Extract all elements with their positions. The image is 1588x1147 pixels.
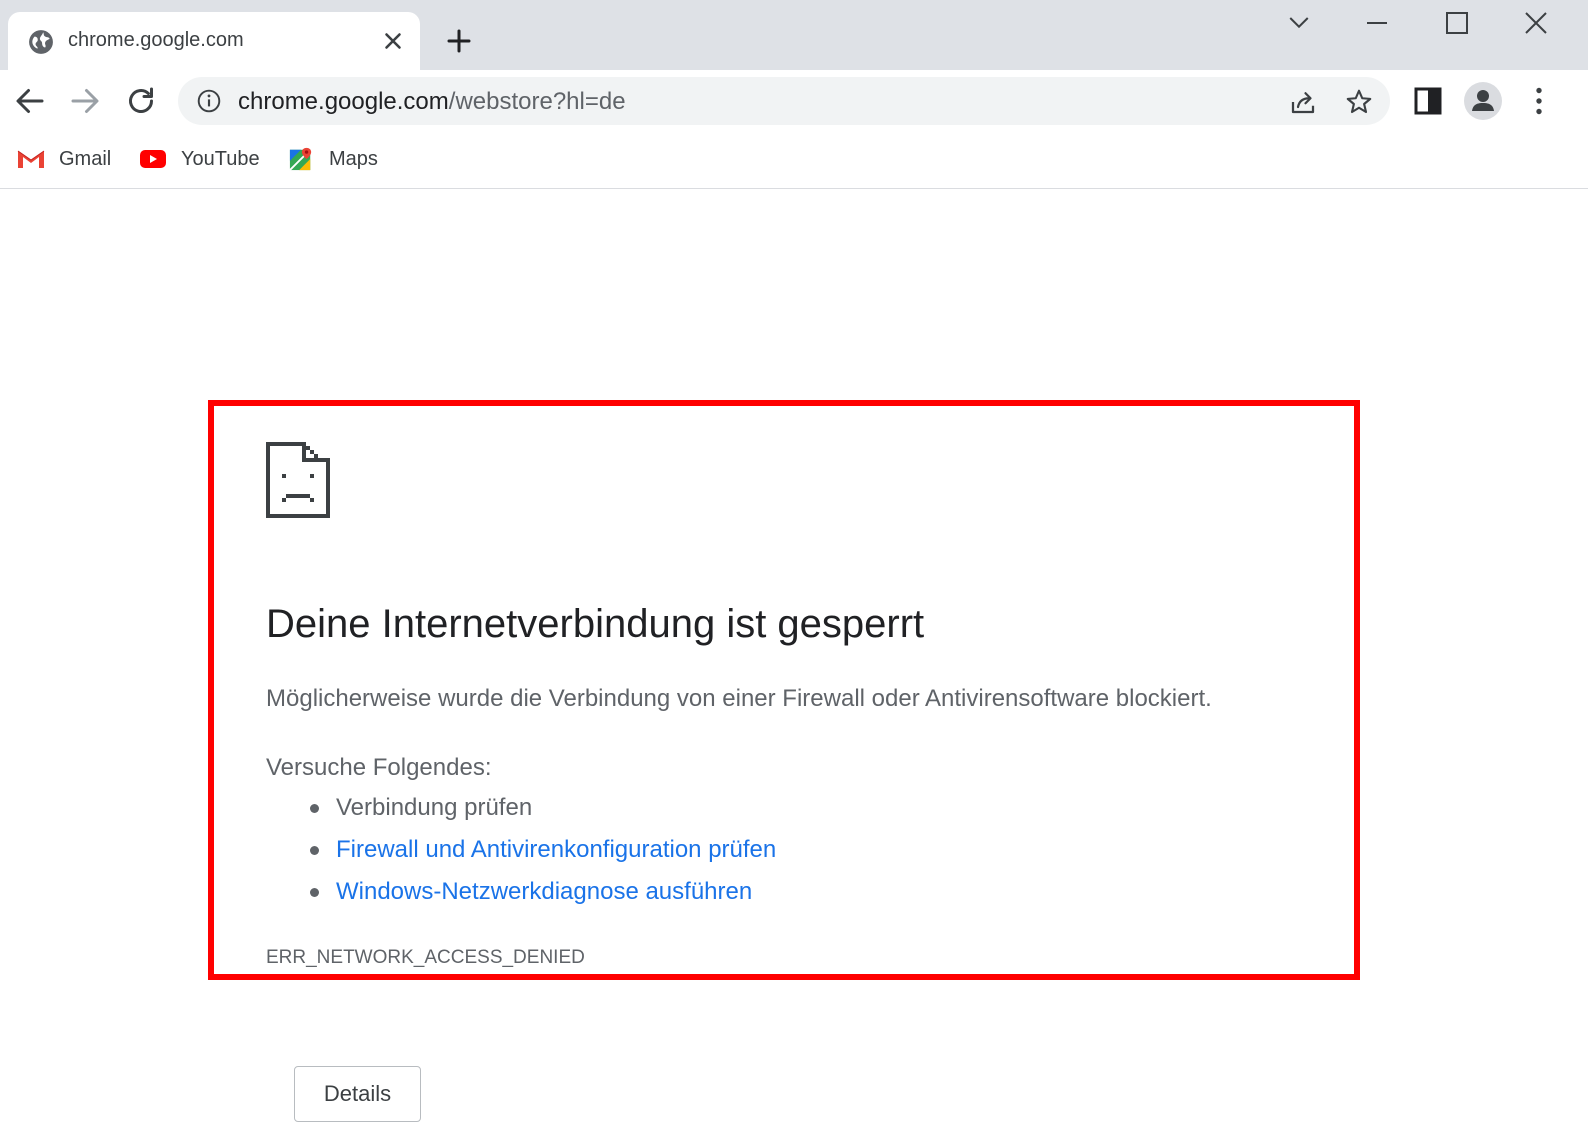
address-bar[interactable]: chrome.google.com/webstore?hl=de <box>178 77 1390 125</box>
profile-avatar[interactable] <box>1464 82 1502 120</box>
share-icon[interactable] <box>1288 87 1318 117</box>
globe-icon <box>29 30 53 54</box>
details-button[interactable]: Details <box>294 1066 421 1122</box>
error-code: ERR_NETWORK_ACCESS_DENIED <box>266 947 585 968</box>
site-info-icon[interactable] <box>196 88 222 114</box>
tab-strip: chrome.google.com <box>0 0 1588 70</box>
bookmark-label: Gmail <box>59 147 112 170</box>
tab-title: chrome.google.com <box>68 29 244 51</box>
bookmarks-bar: Gmail YouTube Maps <box>0 132 1588 189</box>
bookmark-youtube[interactable]: YouTube <box>139 144 260 174</box>
sad-document-icon <box>266 442 330 518</box>
toolbar: chrome.google.com/webstore?hl=de <box>0 70 1588 132</box>
bookmark-gmail[interactable]: Gmail <box>17 144 111 174</box>
maps-icon <box>289 147 312 171</box>
maximize-icon[interactable] <box>1442 8 1472 38</box>
person-icon <box>1472 90 1494 111</box>
side-panel-icon[interactable] <box>1410 83 1446 119</box>
minimize-icon[interactable] <box>1362 8 1392 38</box>
youtube-icon <box>140 150 166 168</box>
close-tab-icon[interactable] <box>380 28 406 54</box>
suggestion-firewall-link[interactable]: Firewall und Antivirenkonfiguration prüf… <box>310 834 776 876</box>
forward-icon[interactable] <box>67 83 103 119</box>
close-window-icon[interactable] <box>1521 8 1551 38</box>
url-host: chrome.google.com <box>238 88 449 115</box>
bookmark-star-icon[interactable] <box>1344 87 1374 117</box>
error-title: Deine Internetverbindung ist gesperrt <box>266 602 925 646</box>
reload-icon[interactable] <box>123 83 159 119</box>
error-description: Möglicherweise wurde die Verbindung von … <box>266 685 1212 712</box>
browser-tab[interactable]: chrome.google.com <box>8 12 420 70</box>
bookmark-label: YouTube <box>181 147 260 170</box>
back-icon[interactable] <box>12 83 48 119</box>
suggestions-heading: Versuche Folgendes: <box>266 754 492 781</box>
new-tab-icon[interactable] <box>444 26 474 56</box>
url-text[interactable]: chrome.google.com/webstore?hl=de <box>238 88 626 116</box>
suggestion-network-diagnostics-link[interactable]: Windows-Netzwerkdiagnose ausführen <box>310 876 776 918</box>
url-path: /webstore?hl=de <box>448 88 626 115</box>
tab-search-chevron-icon[interactable] <box>1284 8 1314 38</box>
bookmark-maps[interactable]: Maps <box>287 144 378 174</box>
gmail-icon <box>17 150 45 168</box>
bookmark-label: Maps <box>329 147 378 170</box>
kebab-menu-icon[interactable] <box>1521 83 1557 119</box>
suggestions-list: Verbindung prüfen Firewall und Antiviren… <box>310 792 776 918</box>
suggestion-check-connection: Verbindung prüfen <box>310 792 776 834</box>
